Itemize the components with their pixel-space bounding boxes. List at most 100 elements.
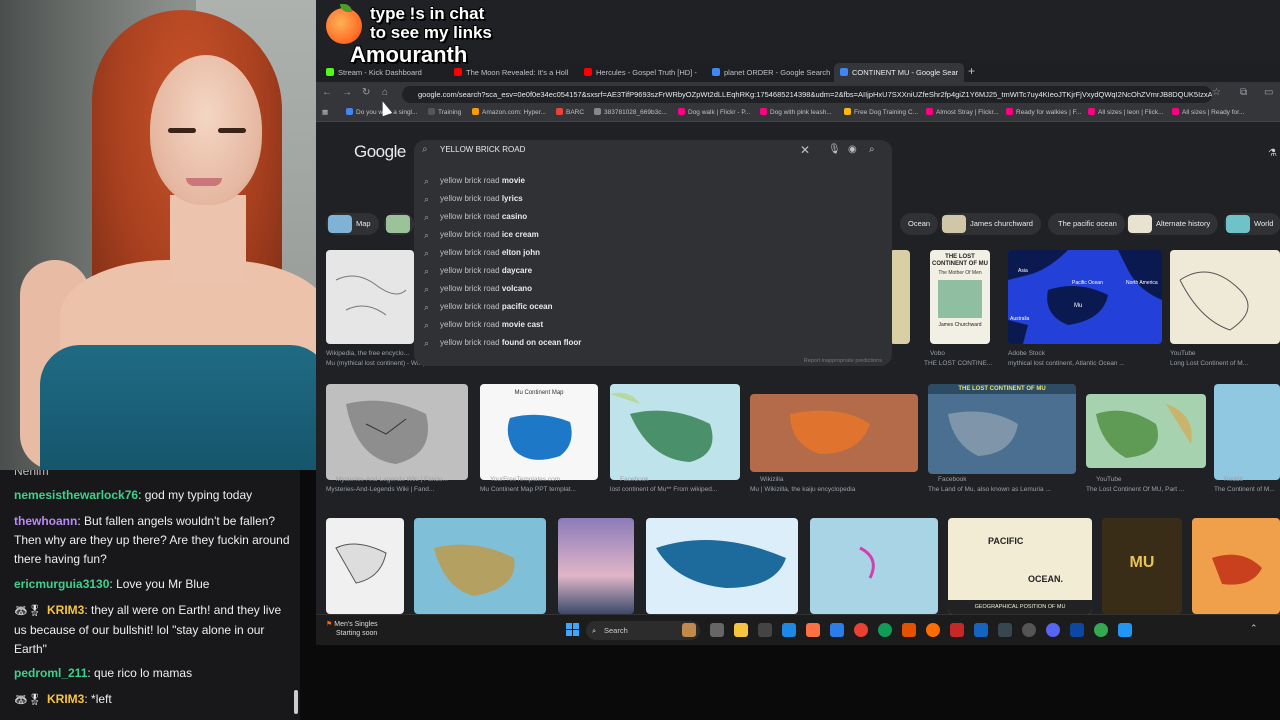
google-logo[interactable]: Google [354,142,406,162]
suggestion-item[interactable]: ⌕ yellow brick road volcano [414,280,892,298]
result-image-lost-mu-wiki[interactable] [610,384,740,480]
widgets-button[interactable]: ⚑ Men's Singles Starting soon [326,620,378,638]
result-image-wikizilla-mu[interactable] [750,394,918,472]
result-image-row3-6[interactable]: PACIFIC OCEAN. GEOGRAPHICAL POSITION OF … [948,518,1092,614]
bookmark-item[interactable]: BARC [556,108,584,116]
lost-continent-banner: THE LOST CONTINENT OF MU [928,384,1076,394]
obs-icon[interactable] [1022,623,1036,637]
cat-widget-icon[interactable] [682,623,696,637]
forward-icon[interactable]: → [342,87,352,98]
result-image-lost-continent-book[interactable]: THE LOST CONTINENT OF MU The Mother Of M… [930,250,990,344]
file-explorer-icon[interactable] [734,623,748,637]
tab-continent-mu[interactable]: CONTINENT MU - Google Sear✕ [834,63,964,82]
suggestion-item[interactable]: ⌕ yellow brick road ice cream [414,226,892,244]
chip-james-churchward[interactable]: James churchward [940,213,1041,235]
bookmark-star-icon[interactable]: ☆ [1212,87,1221,98]
edge-icon[interactable] [878,623,892,637]
discord-icon[interactable] [1046,623,1060,637]
chat-scrollbar[interactable] [294,690,298,714]
chat-username[interactable]: pedroml_211 [14,666,87,680]
suggestion-item[interactable]: ⌕ yellow brick road lyrics [414,190,892,208]
search-input[interactable]: YELLOW BRICK ROAD [440,145,525,154]
app-icon[interactable] [974,623,988,637]
microphone-icon[interactable]: 🎙 [828,144,841,155]
store-icon[interactable] [782,623,796,637]
chip-world[interactable]: World [1224,213,1280,235]
chip-map[interactable]: Map [326,213,379,235]
chat-username[interactable]: ericmurguia3130 [14,577,109,591]
result-image-row3-1[interactable] [326,518,404,614]
result-image-partial[interactable] [890,250,910,344]
chrome-icon[interactable] [854,623,868,637]
result-image-row3-7[interactable]: MU [1102,518,1182,614]
bookmark-item[interactable]: Amazon.com: Hyper... [472,108,546,116]
sidebar-icon[interactable]: ▭ [1264,87,1273,98]
task-view-icon[interactable] [710,623,724,637]
chip-alternate-history[interactable]: Alternate history [1126,213,1219,235]
result-image-mu-ppt[interactable]: Mu Continent Map [480,384,598,480]
result-image-mu-wikipedia[interactable] [326,250,414,344]
address-bar[interactable]: google.com/search?sca_esv=0e0f0e34ec0541… [402,86,1212,103]
clear-icon[interactable]: ✕ [800,143,810,157]
lens-camera-icon[interactable]: ◉ [848,144,857,155]
result-image-pacific-mu-map[interactable]: Asia North America Pacific Ocean Mu Aust… [1008,250,1162,344]
bookmark-item[interactable]: All sizes | Ready for... [1172,108,1244,116]
app-icon[interactable] [758,623,772,637]
back-icon[interactable]: ← [322,87,332,98]
firefox-icon[interactable] [926,623,940,637]
result-image-row3-3[interactable] [558,518,634,614]
suggestion-item[interactable]: ⌕ yellow brick road pacific ocean [414,298,892,316]
app-icon[interactable] [902,623,916,637]
suggestion-item[interactable]: ⌕ yellow brick road daycare [414,262,892,280]
tab-planet-order[interactable]: planet ORDER - Google Search [706,63,832,82]
chat-username[interactable]: KRIM3 [47,603,84,617]
bookmark-item[interactable]: Almost Stray | Flickr... [926,108,999,116]
result-image-mysteries-map[interactable] [326,384,468,480]
bookmark-item[interactable]: 383781028_669b3c... [594,108,667,116]
search-box[interactable]: ⌕ YELLOW BRICK ROAD ✕ 🎙 ◉ ⌕ [414,140,892,162]
apps-icon[interactable]: ▦ [322,108,328,116]
bookmark-item[interactable]: Ready for walkies | F... [1006,108,1081,116]
chip-pacific-ocean[interactable]: The pacific ocean [1048,213,1125,235]
result-image-long-lost-continent[interactable] [1170,250,1280,344]
chat-username[interactable]: thewhoann [14,514,77,528]
app-icon[interactable] [1118,623,1132,637]
photoshop-icon[interactable] [1070,623,1084,637]
chat-username[interactable]: KRIM3 [47,692,84,706]
bookmark-item[interactable]: Training [428,108,461,116]
app-icon[interactable] [950,623,964,637]
reload-icon[interactable]: ↻ [362,87,370,98]
extensions-icon[interactable]: ⧉ [1240,87,1247,98]
result-image-row3-8[interactable] [1192,518,1280,614]
labs-icon[interactable]: ⚗ [1268,148,1277,159]
bookmark-item[interactable]: Dog walk | Flickr - P... [678,108,750,116]
result-image-continent-reddit[interactable] [1214,384,1280,480]
suggestion-item[interactable]: ⌕ yellow brick road elton john [414,244,892,262]
suggestion-item[interactable]: ⌕ yellow brick road found on ocean floor [414,334,892,352]
new-tab-button[interactable]: + [968,64,975,78]
suggestion-item[interactable]: ⌕ yellow brick road casino [414,208,892,226]
chat-username[interactable]: nemesisthewarlock76 [14,488,138,502]
copilot-icon[interactable] [806,623,820,637]
chip-ocean[interactable]: Ocean [900,213,939,235]
result-image-row3-2[interactable] [414,518,546,614]
report-predictions-link[interactable]: Report inappropriate predictions [804,358,882,364]
result-image-lost-mu-part[interactable] [1086,394,1206,468]
start-button[interactable] [566,623,580,637]
result-image-row3-4[interactable] [646,518,798,614]
word-icon[interactable] [830,623,844,637]
bookmark-item[interactable]: All sizes | leon | Flick... [1088,108,1164,116]
home-icon[interactable]: ⌂ [382,87,388,98]
chip-partial[interactable] [384,213,414,235]
result-image-row3-5[interactable] [810,518,938,614]
chrome-icon[interactable] [1094,623,1108,637]
search-submit-icon[interactable]: ⌕ [869,144,875,155]
bookmark-item[interactable]: Free Dog Training C... [844,108,918,116]
tab-hercules[interactable]: Hercules - Gospel Truth [HD] - [578,63,704,82]
result-image-land-of-mu[interactable]: THE LOST CONTINENT OF MU [928,384,1076,474]
steam-icon[interactable] [998,623,1012,637]
suggestion-item[interactable]: ⌕ yellow brick road movie [414,172,892,190]
bookmark-item[interactable]: Dog with pink leash... [760,108,832,116]
tray-chevron-icon[interactable]: ⌃ [1250,623,1258,634]
suggestion-item[interactable]: ⌕ yellow brick road movie cast [414,316,892,334]
